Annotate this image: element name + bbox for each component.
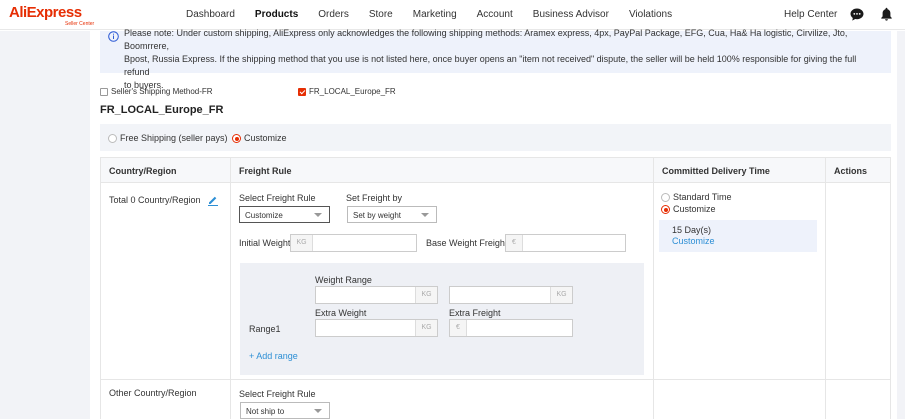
- header-freight-rule: Freight Rule: [239, 166, 292, 176]
- bell-icon[interactable]: [880, 7, 893, 21]
- extra-freight-field[interactable]: €: [449, 319, 573, 337]
- help-center-link[interactable]: Help Center: [784, 9, 837, 20]
- row2-country: Other Country/Region: [109, 388, 197, 398]
- extra-weight-input[interactable]: [316, 320, 416, 336]
- extra-weight-label: Extra Weight: [315, 308, 367, 318]
- nav-dashboard[interactable]: Dashboard: [186, 9, 235, 20]
- nav-violations[interactable]: Violations: [629, 9, 672, 20]
- freight-rule-select[interactable]: Customize: [239, 206, 330, 223]
- top-nav: AliExpress Seller Center Dashboard Produ…: [0, 0, 905, 30]
- row-divider: [101, 379, 890, 380]
- initial-weight-input[interactable]: [314, 235, 414, 251]
- extra-weight-field[interactable]: KG: [315, 319, 438, 337]
- edit-icon[interactable]: [207, 194, 219, 206]
- delivery-days: 15 Day(s): [672, 225, 712, 235]
- delivery-customize-radio[interactable]: [661, 205, 670, 215]
- set-freight-value: Set by weight: [353, 211, 402, 220]
- standard-time-radio[interactable]: [661, 193, 670, 203]
- nav-marketing[interactable]: Marketing: [413, 9, 457, 20]
- customize-option[interactable]: Customize: [232, 133, 287, 144]
- chevron-down-icon: [421, 213, 429, 217]
- header-actions: Actions: [834, 166, 868, 176]
- seller-shipping-checkbox[interactable]: [100, 87, 108, 96]
- nav-business-advisor[interactable]: Business Advisor: [533, 9, 609, 20]
- main-nav: Dashboard Products Orders Store Marketin…: [186, 9, 692, 20]
- base-weight-field[interactable]: €: [505, 234, 626, 252]
- range-from-input[interactable]: [316, 287, 416, 303]
- shipping-option-bar: Free Shipping (seller pays) Customize: [100, 124, 891, 151]
- free-shipping-label: Free Shipping (seller pays): [120, 133, 228, 143]
- page-edge: [897, 31, 905, 419]
- notice-line-1: Please note: Under custom shipping, AliE…: [124, 28, 848, 51]
- initial-weight-field[interactable]: KG: [290, 234, 417, 252]
- fr-local-checkbox[interactable]: [298, 87, 306, 96]
- standard-time-label: Standard Time: [673, 192, 732, 202]
- range-to-input[interactable]: [450, 287, 550, 303]
- row2-select-freight-label: Select Freight Rule: [239, 389, 316, 399]
- delivery-customize-option[interactable]: Customize: [661, 204, 716, 215]
- freight-rule-value: Customize: [245, 211, 283, 220]
- notice-line-2: Bpost, Russia Express. If the shipping m…: [124, 54, 857, 77]
- kg-unit: KG: [415, 320, 437, 336]
- fr-local-label: FR_LOCAL_Europe_FR: [309, 87, 396, 97]
- weight-range-box: Weight Range KG KG Extra Weight Extra Fr…: [240, 263, 644, 375]
- header-country: Country/Region: [109, 166, 177, 176]
- euro-unit: €: [450, 320, 467, 336]
- method-fr-local[interactable]: FR_LOCAL_Europe_FR: [298, 86, 396, 96]
- nav-account[interactable]: Account: [477, 9, 513, 20]
- section-title: FR_LOCAL_Europe_FR: [100, 104, 224, 116]
- table-header: Country/Region Freight Rule Committed De…: [101, 158, 890, 183]
- free-shipping-radio[interactable]: [108, 134, 117, 144]
- notice-text: Please note: Under custom shipping, AliE…: [124, 27, 884, 92]
- seller-shipping-label: Seller's Shipping Method-FR: [111, 87, 213, 97]
- nav-store[interactable]: Store: [369, 9, 393, 20]
- chat-icon[interactable]: [850, 8, 864, 21]
- nav-products[interactable]: Products: [255, 9, 298, 20]
- extra-freight-label: Extra Freight: [449, 308, 501, 318]
- weight-range-label: Weight Range: [315, 275, 372, 285]
- select-freight-label: Select Freight Rule: [239, 193, 316, 203]
- set-freight-label: Set Freight by: [346, 193, 403, 203]
- base-weight-label: Base Weight Freight: [426, 238, 508, 248]
- delivery-customize-link[interactable]: Customize: [672, 236, 715, 246]
- nav-orders[interactable]: Orders: [318, 9, 349, 20]
- freight-table: Country/Region Freight Rule Committed De…: [100, 157, 891, 419]
- row2-freight-rule-select[interactable]: Not ship to: [240, 402, 330, 419]
- range-to-field[interactable]: KG: [449, 286, 573, 304]
- chevron-down-icon: [314, 409, 322, 413]
- range-label: Range1: [249, 324, 281, 334]
- notice-line-3: to buyers.: [124, 80, 164, 90]
- method-seller-shipping[interactable]: Seller's Shipping Method-FR: [100, 86, 213, 96]
- customize-radio[interactable]: [232, 134, 241, 144]
- row1-country: Total 0 Country/Region: [109, 195, 201, 205]
- euro-unit: €: [506, 235, 523, 251]
- customize-label: Customize: [244, 133, 287, 143]
- delivery-customize-label: Customize: [673, 204, 716, 214]
- chevron-down-icon: [314, 213, 322, 217]
- header-delivery-time: Committed Delivery Time: [662, 166, 770, 176]
- row2-freight-rule-value: Not ship to: [246, 407, 285, 416]
- range-from-field[interactable]: KG: [315, 286, 438, 304]
- kg-unit: KG: [291, 235, 313, 251]
- kg-unit: KG: [550, 287, 572, 303]
- brand-sub: Seller Center: [65, 21, 95, 27]
- delivery-standard-option[interactable]: Standard Time: [661, 192, 732, 203]
- info-icon: [108, 31, 119, 42]
- base-weight-input[interactable]: [524, 235, 624, 251]
- aliexpress-logo[interactable]: AliExpress Seller Center: [9, 4, 94, 27]
- delivery-days-box: 15 Day(s) Customize: [659, 220, 817, 252]
- set-freight-select[interactable]: Set by weight: [347, 206, 437, 223]
- extra-freight-input[interactable]: [468, 320, 568, 336]
- shipping-notice: Please note: Under custom shipping, AliE…: [100, 28, 891, 90]
- brand-name: AliExpress: [9, 4, 82, 21]
- kg-unit: KG: [415, 287, 437, 303]
- initial-weight-label: Initial Weight: [239, 238, 291, 248]
- free-shipping-option[interactable]: Free Shipping (seller pays): [108, 133, 228, 144]
- add-range-link[interactable]: + Add range: [249, 351, 298, 361]
- left-sidebar: [0, 31, 90, 419]
